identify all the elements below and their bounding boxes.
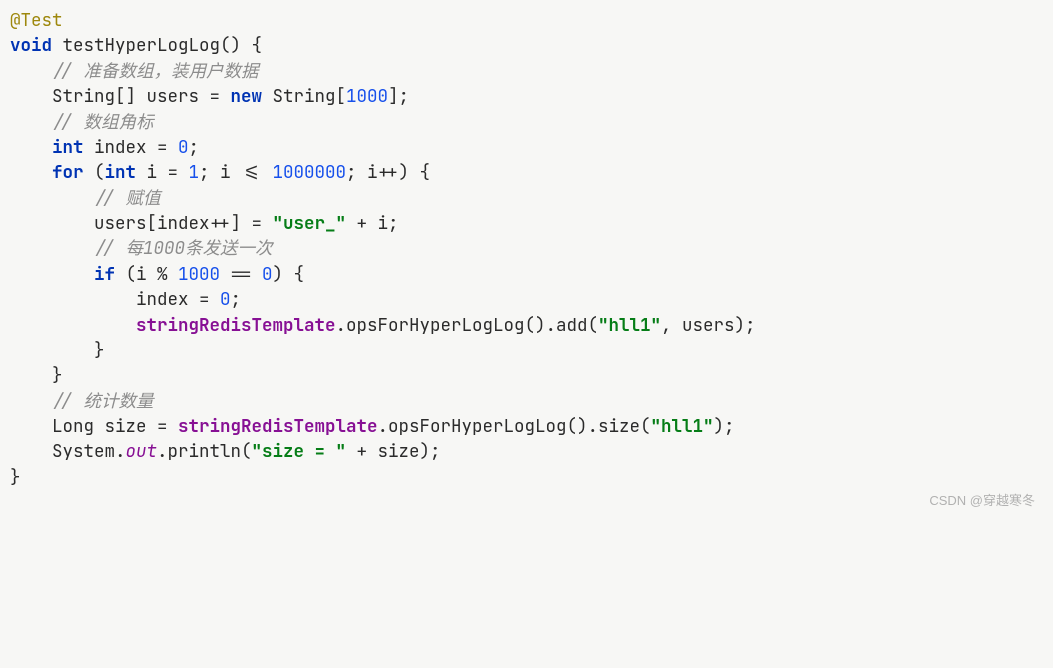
code-line: String[] users = new String[1000]; bbox=[10, 84, 1043, 109]
code-line: void testHyperLogLog() { bbox=[10, 33, 1043, 58]
code-line: stringRedisTemplate.opsForHyperLogLog().… bbox=[10, 313, 1043, 338]
code-line: // 统计数量 bbox=[10, 389, 1043, 414]
code-line: index = 0; bbox=[10, 287, 1043, 312]
code-line: int index = 0; bbox=[10, 135, 1043, 160]
comment: // 准备数组，装用户数据 bbox=[52, 60, 259, 83]
watermark: CSDN @穿越寒冬 bbox=[929, 492, 1035, 511]
code-line: Long size = stringRedisTemplate.opsForHy… bbox=[10, 414, 1043, 439]
code-line: if (i % 1000 == 0) { bbox=[10, 262, 1043, 287]
code-line: } bbox=[10, 338, 1043, 363]
code-line: // 准备数组，装用户数据 bbox=[10, 59, 1043, 84]
code-line: // 每1000条发送一次 bbox=[10, 236, 1043, 261]
annotation: @Test bbox=[10, 9, 63, 32]
code-line: } bbox=[10, 465, 1043, 490]
code-line: // 数组角标 bbox=[10, 110, 1043, 135]
code-line: users[index++] = "user_" + i; bbox=[10, 211, 1043, 236]
code-line: System.out.println("size = " + size); bbox=[10, 439, 1043, 464]
code-line: for (int i = 1; i <= 1000000; i++) { bbox=[10, 160, 1043, 185]
code-line: } bbox=[10, 363, 1043, 388]
code-line: // 赋值 bbox=[10, 186, 1043, 211]
code-line: @Test bbox=[10, 8, 1043, 33]
